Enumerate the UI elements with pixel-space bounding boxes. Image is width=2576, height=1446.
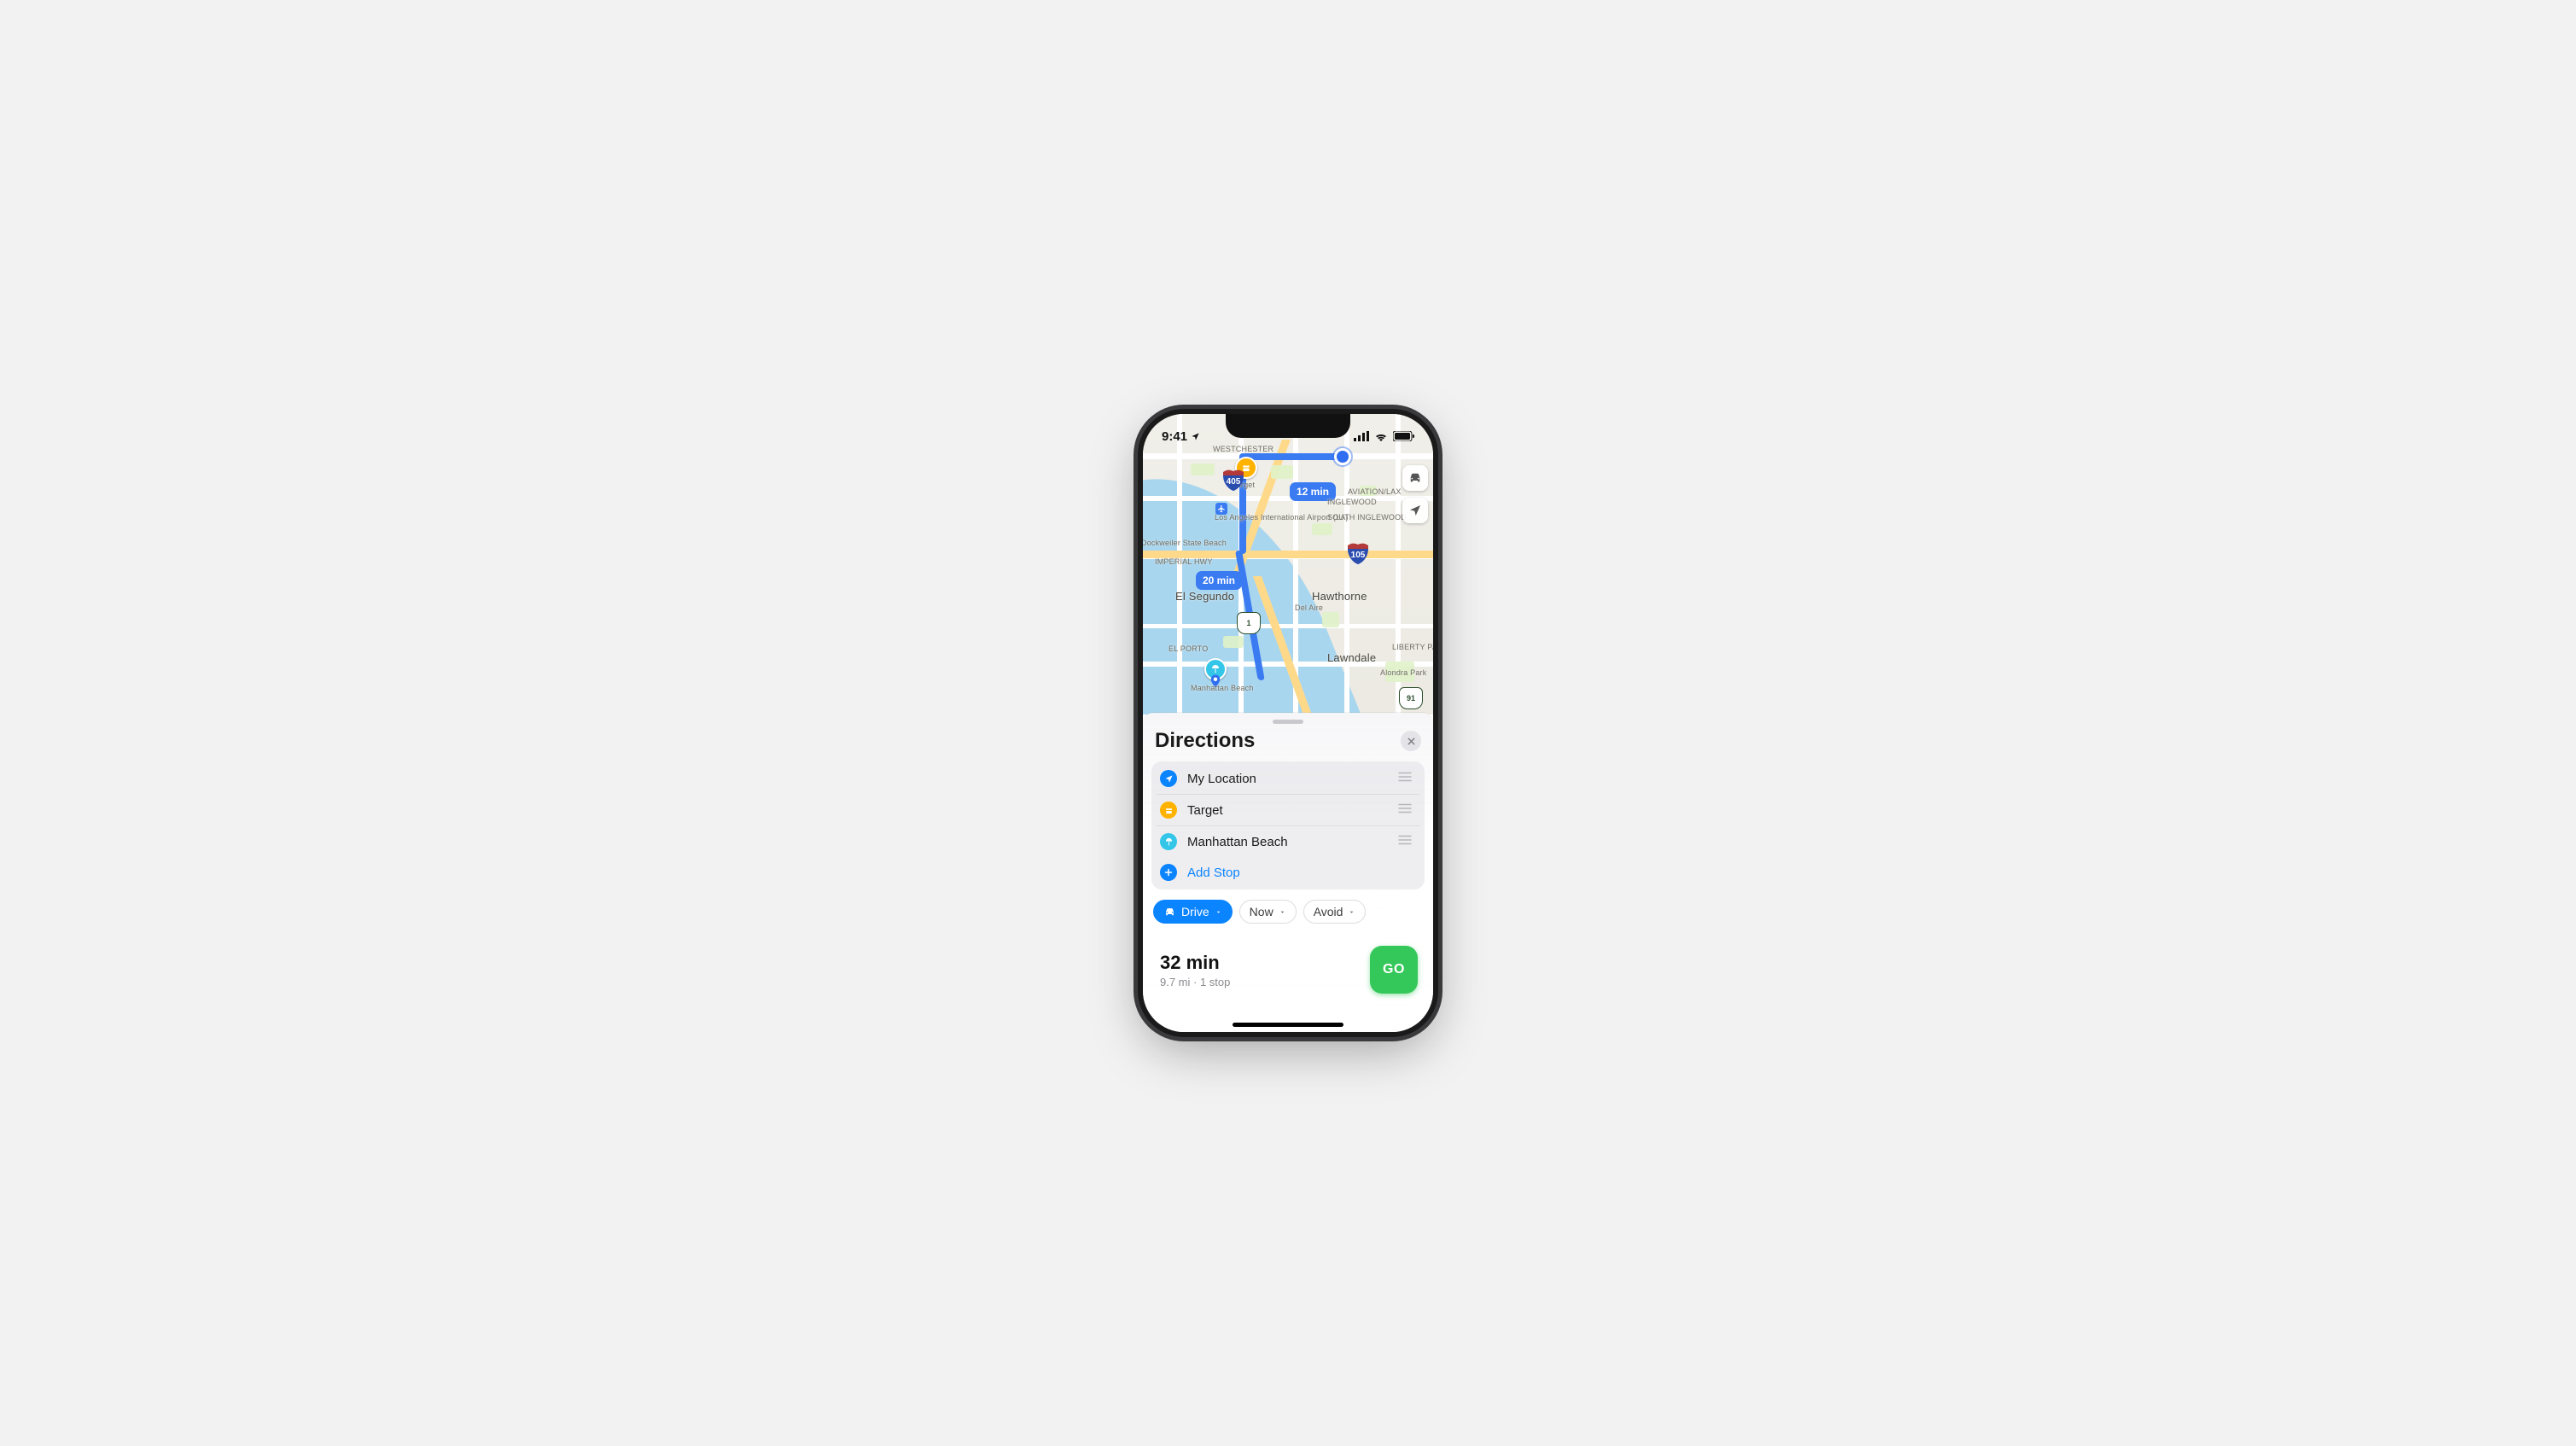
store-icon — [1160, 802, 1177, 819]
stop-label: My Location — [1187, 772, 1394, 786]
plus-icon — [1160, 864, 1177, 881]
avoid-label: Avoid — [1314, 905, 1343, 918]
summary-row: 32 min 9.7 mi · 1 stop GO — [1151, 924, 1425, 1006]
highway-shield: 105 — [1346, 542, 1370, 568]
mode-pill[interactable]: Drive — [1153, 900, 1233, 924]
map-label: IMPERIAL HWY — [1155, 557, 1213, 566]
location-arrow-icon — [1408, 504, 1422, 517]
car-icon — [1163, 906, 1176, 918]
avoid-pill[interactable]: Avoid — [1303, 900, 1367, 924]
map-label: Lawndale — [1327, 651, 1376, 664]
drag-handle-icon[interactable] — [1394, 802, 1416, 818]
home-indicator[interactable] — [1233, 1023, 1343, 1027]
park — [1312, 523, 1332, 535]
stop-row[interactable]: Target — [1157, 795, 1419, 826]
map-label: INGLEWOOD — [1327, 498, 1377, 506]
route-start-dot — [1334, 448, 1351, 465]
map-label: El Segundo — [1175, 590, 1234, 603]
stop-label: Target — [1187, 803, 1394, 818]
cellular-icon — [1354, 431, 1369, 441]
chevron-down-icon — [1348, 908, 1355, 916]
map-canvas[interactable]: 12 min20 min WESTCHESTERTargetDockweiler… — [1143, 414, 1433, 714]
stops-card: My Location Target Manhattan Beach Add Sto… — [1151, 761, 1425, 889]
close-button[interactable] — [1401, 731, 1421, 751]
wifi-icon — [1374, 431, 1388, 441]
stage: 9:41 — [0, 0, 2576, 1446]
ocean — [1143, 434, 1363, 714]
location-icon — [1160, 770, 1177, 787]
battery-icon — [1393, 431, 1414, 441]
mode-label: Drive — [1181, 905, 1209, 918]
status-time: 9:41 — [1162, 429, 1187, 444]
map-label: AVIATION/LAX — [1348, 487, 1402, 496]
park — [1271, 465, 1293, 479]
map-label: Del Aire — [1295, 603, 1323, 612]
map-road — [1143, 624, 1433, 628]
go-button[interactable]: GO — [1370, 946, 1418, 994]
park — [1322, 612, 1339, 627]
notch — [1226, 414, 1350, 438]
beach-icon — [1160, 833, 1177, 850]
phone-mock: 9:41 — [1143, 414, 1433, 1032]
drag-handle-icon[interactable] — [1394, 771, 1416, 786]
time-label: Now — [1250, 905, 1273, 918]
map-label: EL PORTO — [1169, 644, 1208, 653]
time-pill[interactable]: Now — [1239, 900, 1297, 924]
chevron-down-icon — [1215, 908, 1222, 916]
sheet-header: Directions — [1151, 729, 1425, 753]
map-label: Manhattan Beach — [1191, 684, 1254, 692]
location-arrow-icon — [1191, 432, 1200, 441]
highway-shield: 1 — [1237, 612, 1261, 634]
park — [1191, 464, 1215, 475]
close-icon — [1407, 737, 1416, 746]
sheet-grabber[interactable] — [1273, 720, 1303, 724]
route-time-pill[interactable]: 20 min — [1196, 571, 1242, 590]
map-label: SOUTH INGLEWOOD — [1327, 513, 1407, 522]
summary-text: 32 min 9.7 mi · 1 stop — [1160, 952, 1230, 988]
map-road — [1143, 496, 1433, 501]
status-icons — [1354, 431, 1414, 441]
go-label: GO — [1383, 962, 1405, 977]
add-stop-row[interactable]: Add Stop — [1157, 857, 1419, 888]
map-label: LIBERTY PARK — [1392, 643, 1433, 651]
options-row: Drive Now Avoid — [1151, 900, 1425, 924]
drag-handle-icon[interactable] — [1394, 834, 1416, 849]
park — [1223, 636, 1244, 648]
summary-time: 32 min — [1160, 952, 1230, 974]
map-label: Alondra Park — [1380, 668, 1426, 677]
chevron-down-icon — [1279, 908, 1286, 916]
status-time-wrap: 9:41 — [1162, 429, 1200, 444]
stop-label: Manhattan Beach — [1187, 835, 1394, 849]
route-segment — [1242, 453, 1343, 460]
tracking-button[interactable] — [1402, 498, 1428, 523]
map-label: Dockweiler State Beach — [1143, 539, 1227, 547]
svg-text:105: 105 — [1351, 551, 1366, 560]
add-stop-label: Add Stop — [1187, 866, 1416, 880]
directions-sheet: Directions My Location Target Manhattan Be… — [1143, 713, 1433, 1032]
car-icon — [1407, 470, 1423, 486]
highway-shield: 91 — [1399, 687, 1423, 709]
highway-shield: 405 — [1221, 469, 1245, 495]
svg-text:405: 405 — [1227, 477, 1241, 487]
sheet-title: Directions — [1155, 729, 1255, 753]
map-label: Hawthorne — [1312, 590, 1367, 603]
stop-row[interactable]: Manhattan Beach — [1157, 826, 1419, 857]
summary-subtitle: 9.7 mi · 1 stop — [1160, 976, 1230, 988]
stop-row[interactable]: My Location — [1157, 763, 1419, 795]
transport-mode-button[interactable] — [1402, 465, 1428, 491]
